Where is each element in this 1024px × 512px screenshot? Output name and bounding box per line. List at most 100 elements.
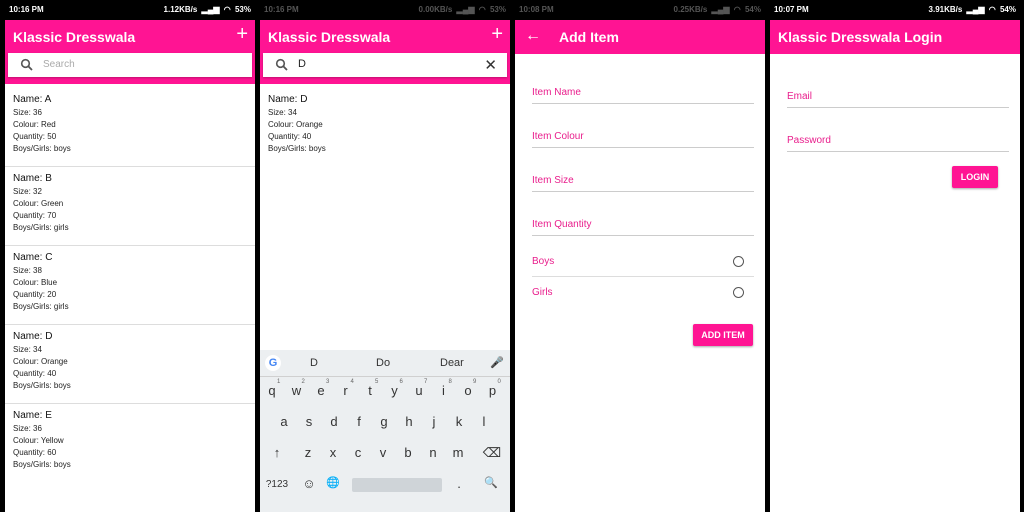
suggestion-bar: G D Do Dear 🎤 (260, 350, 510, 377)
key-a[interactable]: a (273, 414, 295, 429)
signal-icon: ▂▄▆ (711, 5, 730, 14)
item-quantity: Quantity: 50 (13, 132, 57, 141)
status-bar: 10:08 PM 0.25KB/s ▂▄▆ ◠ 54% (515, 0, 765, 20)
back-arrow-icon[interactable]: ← (525, 27, 541, 45)
list-item[interactable]: Name: C Size: 38 Colour: Blue Quantity: … (5, 246, 255, 325)
google-icon[interactable]: G (265, 355, 281, 371)
app-title: Klassic Dresswala (268, 29, 391, 45)
suggestion[interactable]: Do (376, 357, 390, 369)
item-colour: Colour: Blue (13, 278, 58, 287)
key-g[interactable]: g (373, 414, 395, 429)
list-item[interactable]: Name: D Size: 34 Colour: Orange Quantity… (5, 325, 255, 404)
key-u[interactable]: u (408, 383, 430, 398)
symbols-key[interactable]: ?123 (263, 479, 291, 490)
key-s[interactable]: s (298, 414, 320, 429)
key-e[interactable]: e (310, 383, 332, 398)
item-colour: Colour: Orange (268, 120, 323, 129)
key-x[interactable]: x (322, 445, 344, 460)
key-f[interactable]: f (348, 414, 370, 429)
list-item[interactable]: Name: A Size: 36 Colour: Red Quantity: 5… (5, 88, 255, 167)
login-button[interactable]: LOGIN (952, 166, 998, 188)
app-bar: Klassic Dresswala + D ✕ (260, 20, 510, 84)
app-bar: Klassic Dresswala + Search (5, 20, 255, 84)
item-name: Name: D (268, 94, 308, 105)
key-n[interactable]: n (422, 445, 444, 460)
list-item[interactable]: Name: B Size: 32 Colour: Green Quantity:… (5, 167, 255, 246)
key-q[interactable]: q (261, 383, 283, 398)
close-icon[interactable]: ✕ (484, 56, 497, 74)
radio-boys[interactable]: Boys (532, 246, 754, 277)
key-o[interactable]: o (457, 383, 479, 398)
item-gender: Boys/Girls: boys (13, 381, 71, 390)
field-label: Item Name (532, 87, 581, 98)
network-speed: 3.91KB/s (928, 5, 963, 14)
item-list: Name: A Size: 36 Colour: Red Quantity: 5… (5, 88, 255, 483)
key-number-hint: 9 (473, 379, 477, 385)
key-h[interactable]: h (398, 414, 420, 429)
field-label: Item Size (532, 175, 574, 186)
radio-girls[interactable]: Girls (532, 277, 754, 307)
list-item[interactable]: Name: E Size: 36 Colour: Yellow Quantity… (5, 404, 255, 483)
item-gender: Boys/Girls: boys (13, 460, 71, 469)
email-field[interactable]: Email (787, 64, 1009, 108)
item-name: Name: D (13, 331, 53, 342)
key-v[interactable]: v (372, 445, 394, 460)
radio-label: Boys (532, 256, 555, 267)
add-icon[interactable]: + (491, 24, 503, 44)
key-t[interactable]: t (359, 383, 381, 398)
key-b[interactable]: b (397, 445, 419, 460)
suggestion[interactable]: Dear (440, 357, 464, 369)
search-input[interactable]: Search (8, 53, 252, 77)
space-key[interactable] (352, 478, 442, 492)
status-time: 10:16 PM (264, 5, 299, 14)
item-colour-field[interactable]: Item Colour (532, 104, 754, 148)
item-name-field[interactable]: Item Name (532, 60, 754, 104)
key-m[interactable]: m (447, 445, 469, 460)
status-time: 10:08 PM (519, 5, 554, 14)
key-d[interactable]: d (323, 414, 345, 429)
item-size-field[interactable]: Item Size (532, 148, 754, 192)
key-c[interactable]: c (347, 445, 369, 460)
search-key-icon[interactable]: 🔍 (480, 476, 502, 489)
key-w[interactable]: w (286, 383, 308, 398)
status-time: 10:07 PM (774, 5, 809, 14)
radio-button[interactable] (733, 256, 744, 267)
shift-key[interactable]: ↑ (266, 445, 288, 460)
key-number-hint: 6 (399, 379, 403, 385)
emoji-key[interactable]: ☺ (298, 476, 320, 491)
item-quantity-field[interactable]: Item Quantity (532, 192, 754, 236)
key-number-hint: 2 (301, 379, 305, 385)
period-key[interactable]: . (448, 476, 470, 491)
field-label: Email (787, 91, 813, 102)
key-y[interactable]: y (384, 383, 406, 398)
item-list: Name: D Size: 34 Colour: Orange Quantity… (260, 88, 510, 167)
item-colour: Colour: Orange (13, 357, 68, 366)
microphone-icon[interactable]: 🎤 (490, 356, 504, 369)
item-quantity: Quantity: 60 (13, 448, 57, 457)
password-field[interactable]: Password (787, 108, 1009, 152)
battery-percent: 54% (744, 5, 761, 14)
status-indicators: 0.00KB/s ▂▄▆ ◠ 53% (419, 5, 506, 14)
list-item[interactable]: Name: D Size: 34 Colour: Orange Quantity… (260, 88, 510, 167)
key-j[interactable]: j (423, 414, 445, 429)
signal-icon: ▂▄▆ (201, 5, 220, 14)
suggestion[interactable]: D (310, 357, 318, 369)
search-icon (20, 58, 33, 71)
key-k[interactable]: k (448, 414, 470, 429)
key-i[interactable]: i (433, 383, 455, 398)
add-icon[interactable]: + (236, 24, 248, 44)
globe-icon[interactable]: 🌐 (322, 476, 344, 489)
screen-add-item: 10:08 PM 0.25KB/s ▂▄▆ ◠ 54% ← Add Item I… (515, 0, 765, 512)
key-z[interactable]: z (297, 445, 319, 460)
network-speed: 0.25KB/s (673, 5, 708, 14)
item-quantity: Quantity: 40 (268, 132, 312, 141)
key-l[interactable]: l (473, 414, 495, 429)
backspace-key[interactable]: ⌫ (481, 445, 503, 461)
status-bar: 10:07 PM 3.91KB/s ▂▄▆ ◠ 54% (770, 0, 1020, 20)
search-input[interactable]: D ✕ (263, 53, 507, 77)
radio-button[interactable] (733, 287, 744, 298)
key-r[interactable]: r (335, 383, 357, 398)
add-item-button[interactable]: ADD ITEM (693, 324, 753, 346)
item-size: Size: 36 (13, 424, 42, 433)
key-p[interactable]: p (482, 383, 504, 398)
